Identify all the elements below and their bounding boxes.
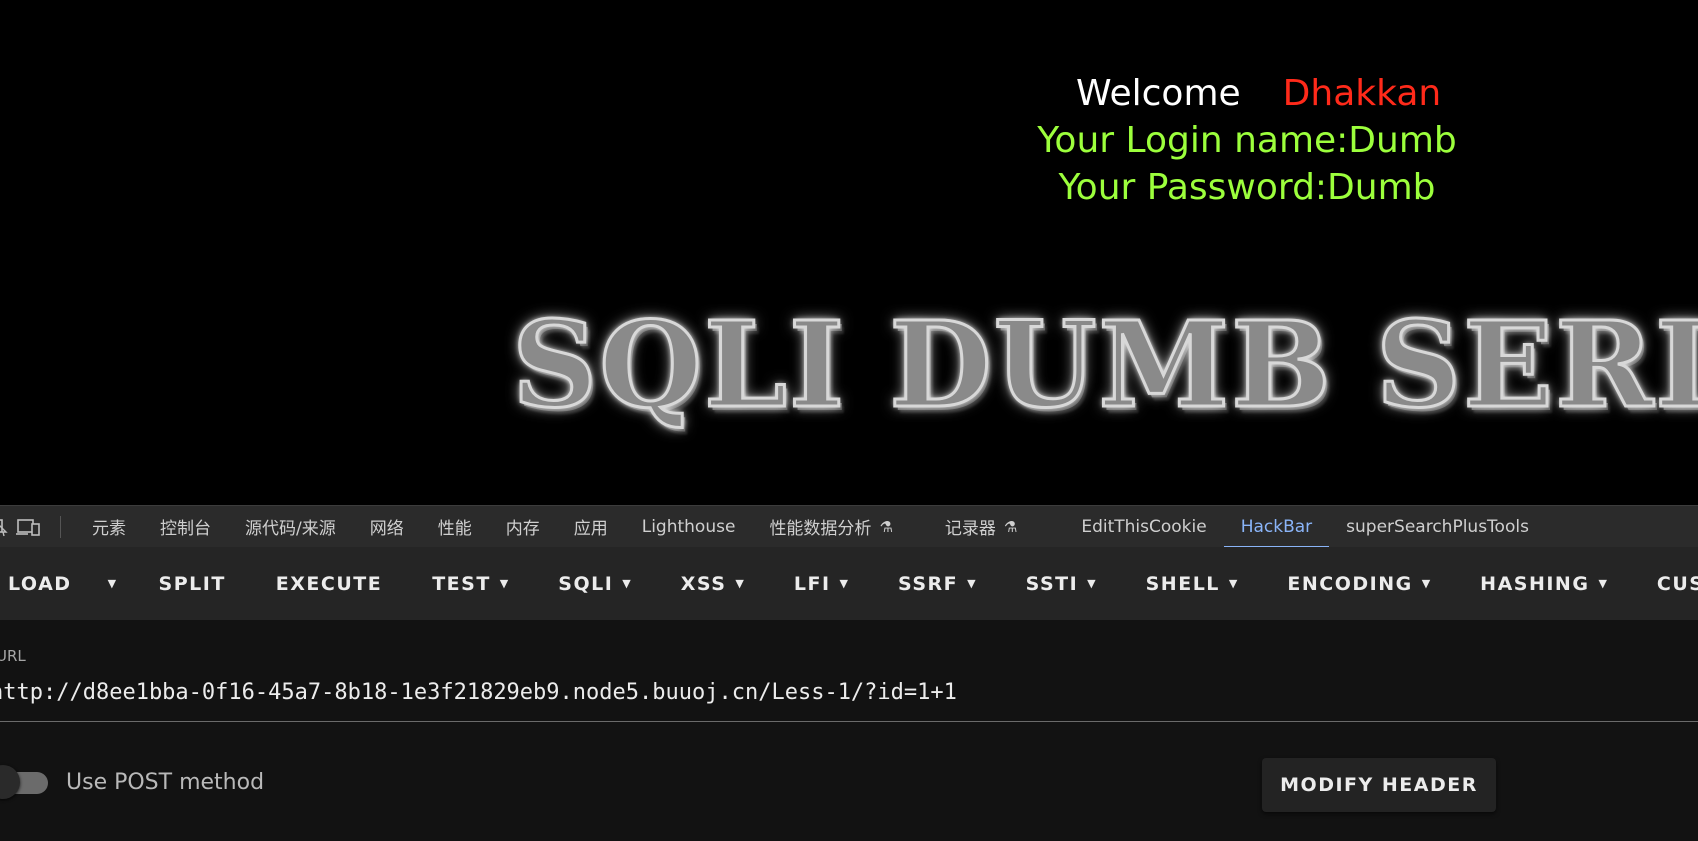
xss-label: XSS (680, 572, 727, 595)
tab-memory[interactable]: 内存 (489, 506, 557, 548)
url-input[interactable]: http://d8ee1bba-0f16-45a7-8b18-1e3f21829… (0, 680, 957, 705)
tab-application[interactable]: 应用 (557, 506, 625, 548)
tab-label: Lighthouse (641, 516, 736, 537)
encoding-label: ENCODING (1287, 572, 1413, 595)
chevron-down-icon: ▼ (839, 577, 849, 590)
post-method-label: Use POST method (66, 770, 265, 795)
execute-label: EXECUTE (275, 572, 383, 595)
shell-menu-button[interactable]: SHELL ▼ (1121, 547, 1263, 620)
tab-label: 控制台 (160, 519, 211, 539)
password-text: Your Password:Dumb (1058, 167, 1436, 208)
modify-header-button[interactable]: MODIFY HEADER (1262, 758, 1496, 812)
sqli-label: SQLI (558, 572, 614, 595)
chevron-down-icon: ▼ (499, 577, 509, 590)
tab-lighthouse[interactable]: Lighthouse (625, 506, 753, 548)
flask-icon: ⚗ (1003, 517, 1018, 536)
ssrf-menu-button[interactable]: SSRF ▼ (873, 547, 1001, 620)
lfi-menu-button[interactable]: LFI ▼ (769, 547, 873, 620)
tab-label: superSearchPlusTools (1346, 516, 1529, 537)
lfi-label: LFI (793, 572, 831, 595)
tab-label: 记录器 (944, 519, 996, 539)
load-label: LOAD (8, 572, 72, 595)
chevron-down-icon: ▼ (1228, 577, 1238, 590)
modify-header-label: MODIFY HEADER (1280, 774, 1478, 796)
xss-menu-button[interactable]: XSS ▼ (656, 547, 769, 620)
tab-performance[interactable]: 性能 (421, 506, 489, 548)
execute-button[interactable]: EXECUTE (251, 547, 407, 620)
sqli-dumb-series-banner: SQLI DUMB SERIES (511, 295, 1698, 434)
tab-label: 网络 (369, 519, 404, 539)
devtools-tab-bar: 元素 控制台 源代码/来源 网络 性能 内存 应用 Lighthouse 性能数… (0, 505, 1698, 548)
load-dropdown-caret-icon[interactable]: ▼ (94, 577, 134, 590)
hackbar-toolbar: LOAD ▼ SPLIT EXECUTE TEST ▼ SQLI ▼ XSS ▼ LF… (0, 547, 1698, 620)
tab-label: 源代码/来源 (245, 519, 336, 539)
tab-bar-divider (60, 515, 61, 538)
tab-label: 性能 (437, 519, 472, 539)
login-name-text: Your Login name:Dumb (1037, 120, 1457, 161)
tab-console[interactable]: 控制台 (143, 506, 228, 548)
hashing-label: HASHING (1480, 572, 1590, 595)
hackbar-main-panel: URL http://d8ee1bba-0f16-45a7-8b18-1e3f2… (0, 620, 1698, 841)
tab-label: 元素 (92, 519, 126, 539)
welcome-line: Welcome Dhakkan (1076, 72, 1441, 116)
encoding-menu-button[interactable]: ENCODING ▼ (1262, 547, 1455, 620)
tab-editthiscookie[interactable]: EditThisCookie (1064, 506, 1223, 548)
flask-icon: ⚗ (879, 517, 893, 536)
ssti-label: SSTI (1025, 572, 1079, 595)
custom-label: CUSTOM (1656, 572, 1698, 595)
tab-performance-insights[interactable]: 性能数据分析 ⚗ (752, 506, 909, 548)
web-page: Welcome Dhakkan Your Login name:Dumb Your… (0, 0, 1698, 505)
tab-label: HackBar (1240, 516, 1313, 537)
device-toolbar-icon[interactable] (16, 517, 42, 537)
chevron-down-icon: ▼ (622, 577, 631, 590)
url-field-label: URL (0, 647, 26, 665)
tab-elements[interactable]: 元素 (75, 506, 143, 548)
inspect-icon[interactable] (0, 517, 8, 537)
split-label: SPLIT (158, 572, 226, 595)
tab-label: EditThisCookie (1081, 516, 1207, 537)
load-button[interactable]: LOAD (0, 547, 94, 620)
test-label: TEST (432, 572, 491, 595)
chevron-down-icon: ▼ (735, 577, 744, 590)
chevron-down-icon: ▼ (1421, 577, 1431, 590)
chevron-down-icon: ▼ (967, 577, 976, 590)
sqli-menu-button[interactable]: SQLI ▼ (533, 547, 655, 620)
tab-label: 性能数据分析 (769, 519, 872, 539)
tab-supersearchplustools[interactable]: superSearchPlusTools (1329, 506, 1546, 548)
tab-label: 内存 (505, 519, 540, 539)
chevron-down-icon: ▼ (1087, 577, 1096, 590)
tab-hackbar[interactable]: HackBar (1223, 506, 1330, 548)
chevron-down-icon: ▼ (1598, 577, 1607, 590)
tab-label: 应用 (573, 519, 608, 539)
ssrf-label: SSRF (898, 572, 959, 595)
ssti-menu-button[interactable]: SSTI ▼ (1001, 547, 1121, 620)
split-button[interactable]: SPLIT (134, 547, 251, 620)
tab-network[interactable]: 网络 (353, 506, 421, 548)
tab-sources[interactable]: 源代码/来源 (228, 506, 353, 548)
custom-menu-button[interactable]: CUSTOM (1632, 547, 1698, 620)
welcome-label: Welcome (1076, 73, 1241, 114)
hashing-menu-button[interactable]: HASHING ▼ (1455, 547, 1632, 620)
tab-recorder[interactable]: 记录器 ⚗ (928, 506, 1034, 548)
shell-label: SHELL (1145, 572, 1220, 595)
test-menu-button[interactable]: TEST ▼ (407, 547, 533, 620)
welcome-username: Dhakkan (1282, 73, 1442, 114)
url-input-underline (0, 721, 1698, 722)
